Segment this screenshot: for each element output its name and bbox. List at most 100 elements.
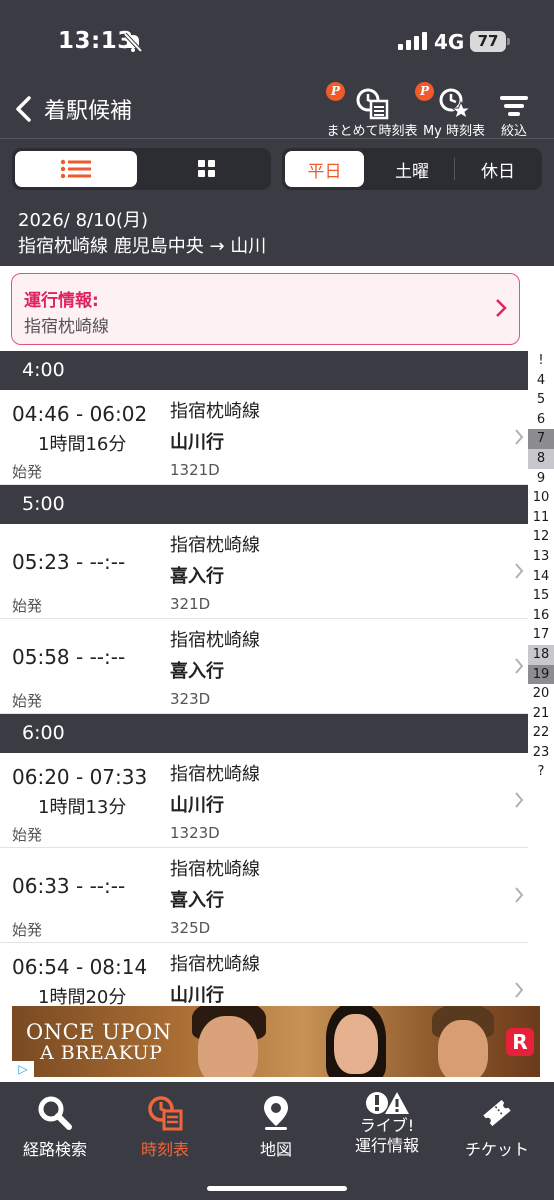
chevron-right-icon: [515, 563, 524, 579]
hour-index-item[interactable]: 5: [528, 390, 554, 410]
hour-index-item[interactable]: 23: [528, 743, 554, 763]
map-pin-icon: [264, 1096, 288, 1130]
departure-arrival-time: 05:58 - --:--: [12, 645, 126, 669]
batch-timetable-button[interactable]: P まとめて時刻表: [318, 78, 426, 139]
service-info-banner[interactable]: 運行情報: 指宿枕崎線: [11, 273, 520, 345]
train-row[interactable]: 05:58 - --:-- 始発 指宿枕崎線 喜入行 323D: [0, 619, 528, 714]
adchoices-icon[interactable]: ▷: [12, 1061, 34, 1077]
tab-timetable[interactable]: 時刻表: [110, 1090, 220, 1160]
train-number: 321D: [170, 595, 211, 613]
query-route: 指宿枕崎線 鹿児島中央 → 山川: [18, 236, 267, 257]
status-bar: 13:13 4G 77: [0, 0, 554, 80]
departure-arrival-time: 06:33 - --:--: [12, 874, 126, 898]
batch-timetable-icon: [356, 88, 389, 120]
destination: 山川行: [170, 432, 224, 453]
tab-route-search[interactable]: 経路検索: [0, 1090, 110, 1160]
tab-label: ライブ!: [359, 1116, 415, 1135]
tab-map[interactable]: 地図: [221, 1090, 331, 1160]
hour-index-item[interactable]: 14: [528, 567, 554, 587]
destination: 喜入行: [170, 890, 224, 911]
my-timetable-label: My 時刻表: [422, 124, 486, 139]
chevron-right-icon: [496, 299, 507, 317]
timetable-list: 4:00 04:46 - 06:02 1時間16分 始発 指宿枕崎線 山川行 1…: [0, 351, 528, 1006]
my-timetable-button[interactable]: P My 時刻表: [415, 78, 488, 139]
departure-arrival-time: 05:23 - --:--: [12, 550, 126, 574]
grid-view-option[interactable]: [146, 151, 268, 187]
line-name: 指宿枕崎線: [170, 401, 260, 422]
destination: 山川行: [170, 985, 224, 1006]
hour-index-item[interactable]: ?: [528, 762, 554, 782]
hour-index-bar[interactable]: ! 4 5 6 7 8 9 10 11 12 13 14 15 16 17 18…: [528, 351, 554, 782]
ad-brand-logo: R: [506, 1028, 534, 1056]
navigation-header: 着駅候補 P まとめて時刻表 P My 時刻表 絞込: [0, 72, 554, 139]
timetable-panel: 運行情報: 指宿枕崎線 4:00 04:46 - 06:02 1時間16分 始発…: [0, 266, 554, 1006]
hour-index-item[interactable]: 12: [528, 527, 554, 547]
tab-label: チケット: [464, 1140, 529, 1159]
hour-index-item[interactable]: 18: [528, 644, 554, 665]
hour-index-item[interactable]: 7: [528, 429, 554, 449]
tab-ticket[interactable]: チケット: [442, 1090, 552, 1160]
hour-index-item[interactable]: 4: [528, 371, 554, 391]
filter-label: 絞込: [500, 124, 527, 139]
hour-index-item[interactable]: 8: [528, 448, 554, 469]
line-name: 指宿枕崎線: [170, 764, 260, 785]
hour-index-item[interactable]: 6: [528, 410, 554, 430]
destination: 喜入行: [170, 661, 224, 682]
ticket-icon: [483, 1099, 511, 1127]
hour-index-item[interactable]: 13: [528, 547, 554, 567]
hour-header: 6:00: [0, 714, 528, 753]
premium-badge: P: [415, 82, 434, 101]
line-name: 指宿枕崎線: [170, 954, 260, 975]
chevron-right-icon: [515, 658, 524, 674]
hour-index-item[interactable]: 20: [528, 684, 554, 704]
hour-index-item[interactable]: 22: [528, 723, 554, 743]
service-info-title: 運行情報:: [24, 291, 99, 311]
premium-badge: P: [326, 82, 345, 101]
bell-muted-icon: [123, 32, 143, 53]
hour-index-item[interactable]: 19: [528, 664, 554, 685]
query-date: 2026/ 8/10(月): [18, 210, 149, 231]
chevron-right-icon: [515, 429, 524, 445]
hour-index-item[interactable]: 9: [528, 469, 554, 489]
hour-index-item[interactable]: 11: [528, 508, 554, 528]
hour-index-item[interactable]: 16: [528, 606, 554, 626]
ad-figure: [198, 1016, 258, 1077]
line-name: 指宿枕崎線: [170, 859, 260, 880]
ad-banner[interactable]: ONCE UPON A BREAKUP R ▷: [12, 1006, 540, 1077]
home-indicator: [207, 1186, 347, 1191]
battery-indicator: 77: [470, 31, 510, 52]
train-row[interactable]: 06:33 - --:-- 始発 指宿枕崎線 喜入行 325D: [0, 848, 528, 943]
tab-live-info[interactable]: ライブ! 運行情報: [332, 1090, 442, 1156]
page-title: 着駅候補: [44, 99, 133, 124]
saturday-option[interactable]: 土曜: [372, 151, 452, 187]
train-row[interactable]: 06:54 - 08:14 1時間20分 指宿枕崎線 山川行: [0, 943, 528, 1006]
hour-index-item[interactable]: 15: [528, 586, 554, 606]
travel-duration: 1時間13分: [38, 797, 127, 818]
view-mode-toggle: [12, 148, 271, 190]
list-view-option[interactable]: [15, 151, 137, 187]
hour-index-item[interactable]: 21: [528, 704, 554, 724]
departure-arrival-time: 04:46 - 06:02: [12, 402, 148, 426]
ad-container: ONCE UPON A BREAKUP R ▷: [0, 1006, 554, 1082]
my-timetable-icon: [439, 88, 471, 120]
back-chevron-icon[interactable]: [12, 94, 38, 124]
weekday-option[interactable]: 平日: [285, 151, 364, 187]
ad-figure: [334, 1014, 378, 1074]
service-info-line: 指宿枕崎線: [24, 317, 109, 337]
hour-header: 4:00: [0, 351, 528, 390]
day-type-toggle: 平日 土曜 休日: [282, 148, 542, 190]
train-row[interactable]: 05:23 - --:-- 始発 指宿枕崎線 喜入行 321D: [0, 524, 528, 619]
train-number: 1323D: [170, 824, 220, 842]
ad-headline: ONCE UPON: [26, 1020, 172, 1044]
holiday-option[interactable]: 休日: [457, 151, 539, 187]
ad-headline: A BREAKUP: [40, 1042, 163, 1064]
hour-index-item[interactable]: 10: [528, 488, 554, 508]
tab-label: 時刻表: [140, 1140, 189, 1159]
hour-index-item[interactable]: !: [528, 351, 554, 371]
train-row[interactable]: 06:20 - 07:33 1時間13分 始発 指宿枕崎線 山川行 1323D: [0, 753, 528, 848]
hour-index-item[interactable]: 17: [528, 625, 554, 645]
train-number: 1321D: [170, 461, 220, 479]
train-row[interactable]: 04:46 - 06:02 1時間16分 始発 指宿枕崎線 山川行 1321D: [0, 390, 528, 485]
hour-header: 5:00: [0, 485, 528, 524]
filter-button[interactable]: 絞込: [492, 78, 536, 139]
